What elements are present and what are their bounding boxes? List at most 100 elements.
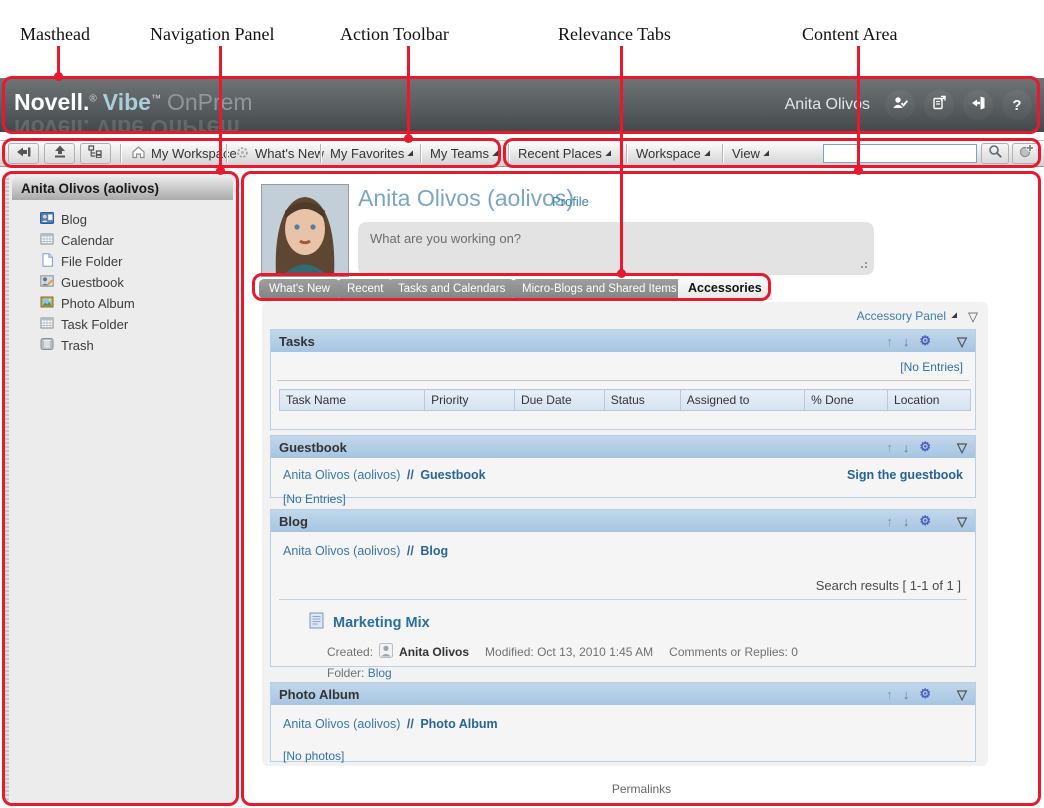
blog-section-title: Blog	[279, 514, 308, 529]
help-button[interactable]: ?	[1002, 90, 1032, 120]
search-input[interactable]	[823, 144, 977, 163]
user-status-button[interactable]	[885, 90, 915, 120]
search-plus-icon	[1018, 143, 1035, 164]
brand-vibe: Vibe	[103, 89, 151, 115]
section-guestbook: Guestbook ↑ ↓ ⚙ ▽ Anita Olivos (aolivos)…	[270, 435, 976, 498]
search-button[interactable]	[981, 143, 1009, 164]
profile-link[interactable]: Profile	[552, 194, 589, 209]
column-task-name[interactable]: Task Name	[280, 390, 425, 411]
gear-icon[interactable]: ⚙	[919, 333, 931, 349]
up-level-button[interactable]	[44, 143, 75, 164]
toolbar-item-view[interactable]: View	[732, 141, 773, 166]
sidebar-item-file-folder[interactable]: File Folder	[40, 251, 236, 272]
toolbar-item-whats-new[interactable]: What's New	[235, 141, 324, 166]
dropdown-icon	[704, 150, 715, 161]
sidebar-item-guestbook[interactable]: Guestbook	[40, 272, 236, 293]
logout-button[interactable]	[963, 90, 993, 120]
up-icon	[52, 145, 68, 163]
move-down-icon[interactable]: ↓	[903, 514, 910, 529]
toolbar-item-my-favorites[interactable]: My Favorites	[330, 141, 417, 166]
sidebar-item-task-folder[interactable]: Task Folder	[40, 314, 236, 335]
breadcrumb: Anita Olivos (aolivos) // Guestbook	[283, 468, 486, 482]
sidebar-item-trash[interactable]: Trash	[40, 335, 236, 356]
move-down-icon[interactable]: ↓	[903, 334, 910, 349]
task-folder-icon	[40, 316, 54, 333]
toolbar-separator	[320, 144, 321, 163]
back-icon	[16, 145, 32, 163]
profile-photo[interactable]	[261, 184, 349, 277]
column-assigned-to[interactable]: Assigned to	[680, 390, 804, 411]
dropdown-icon[interactable]	[951, 312, 962, 323]
workspace-tree-button[interactable]	[80, 143, 111, 164]
back-button[interactable]	[8, 143, 39, 164]
blog-entry-title-link[interactable]: Marketing Mix	[333, 615, 430, 631]
breadcrumb-user-link[interactable]: Anita Olivos (aolivos)	[283, 717, 400, 731]
collapse-triangle-icon[interactable]: ▽	[957, 335, 967, 348]
sign-guestbook-link[interactable]: Sign the guestbook	[847, 468, 963, 482]
move-up-icon[interactable]: ↑	[886, 334, 893, 349]
photo-album-no-entries: [No photos]	[271, 733, 975, 763]
move-up-icon[interactable]: ↑	[886, 687, 893, 702]
toolbar-separator	[226, 144, 227, 163]
tab-whats-new[interactable]: What's New	[259, 279, 340, 299]
tab-tasks-and-calendars[interactable]: Tasks and Calendars	[388, 279, 515, 299]
breadcrumb-blog-link[interactable]: Blog	[420, 544, 448, 558]
column-status[interactable]: Status	[604, 390, 680, 411]
microblog-placeholder: What are you working on?	[370, 231, 521, 246]
logout-icon	[970, 95, 986, 116]
microblog-input[interactable]: What are you working on?	[358, 222, 874, 275]
sidebar-item-photo-album[interactable]: Photo Album	[40, 293, 236, 314]
feed-button[interactable]	[924, 90, 954, 120]
gear-icon[interactable]: ⚙	[919, 513, 931, 529]
annotation-label-toolbar: Action Toolbar	[340, 24, 449, 45]
toolbar-separator	[120, 144, 121, 163]
section-tasks: Tasks ↑ ↓ ⚙ ▽ [No Entries] Task Name Pri…	[270, 329, 976, 430]
novell-vibe-logo: Novell.®Vibe™OnPrem	[14, 89, 253, 116]
move-down-icon[interactable]: ↓	[903, 687, 910, 702]
collapse-triangle-icon[interactable]: ▽	[968, 310, 978, 323]
column-priority[interactable]: Priority	[425, 390, 515, 411]
move-down-icon[interactable]: ↓	[903, 440, 910, 455]
column-percent-done[interactable]: % Done	[805, 390, 888, 411]
breadcrumb-user-link[interactable]: Anita Olivos (aolivos)	[283, 468, 400, 482]
search-icon	[988, 144, 1003, 164]
sidebar-workspace-title[interactable]: Anita Olivos (aolivos)	[12, 177, 233, 200]
tab-accessories[interactable]: Accessories	[678, 276, 772, 300]
photo-album-icon	[40, 295, 54, 312]
trash-icon	[40, 337, 54, 354]
tab-recent[interactable]: Recent	[337, 279, 393, 299]
resize-grip-icon[interactable]	[865, 266, 867, 268]
breadcrumb-photo-album-link[interactable]: Photo Album	[420, 717, 497, 731]
column-location[interactable]: Location	[888, 390, 971, 411]
toolbar-separator	[626, 144, 627, 163]
toolbar-separator	[722, 144, 723, 163]
toolbar-item-recent-places[interactable]: Recent Places	[518, 141, 615, 166]
home-icon	[131, 145, 146, 162]
gear-icon[interactable]: ⚙	[919, 439, 931, 455]
toolbar-item-my-workspace[interactable]: My Workspace	[131, 141, 237, 166]
folder-blog-link[interactable]: Blog	[368, 666, 392, 680]
breadcrumb-user-link[interactable]: Anita Olivos (aolivos)	[283, 544, 400, 558]
accessory-panel-link[interactable]: Accessory Panel	[857, 309, 946, 323]
breadcrumb-guestbook-link[interactable]: Guestbook	[420, 468, 485, 482]
calendar-icon	[40, 232, 54, 249]
collapse-triangle-icon[interactable]: ▽	[957, 688, 967, 701]
guestbook-section-title: Guestbook	[279, 440, 347, 455]
sidebar-item-blog[interactable]: Blog	[40, 209, 236, 230]
sidebar-item-calendar[interactable]: Calendar	[40, 230, 236, 251]
collapse-triangle-icon[interactable]: ▽	[957, 441, 967, 454]
action-toolbar: My Workspace What's New My Favorites My …	[0, 140, 1044, 167]
masthead: Novell.®Vibe™OnPrem Novell. Vibe OnPrem …	[0, 78, 1044, 132]
toolbar-item-my-teams[interactable]: My Teams	[430, 141, 502, 166]
dropdown-icon	[605, 150, 616, 161]
permalinks-link[interactable]: Permalinks	[244, 782, 1039, 796]
gear-icon[interactable]: ⚙	[919, 686, 931, 702]
move-up-icon[interactable]: ↑	[886, 440, 893, 455]
search-options-button[interactable]	[1012, 143, 1040, 164]
move-up-icon[interactable]: ↑	[886, 514, 893, 529]
collapse-triangle-icon[interactable]: ▽	[957, 515, 967, 528]
entry-author[interactable]: Anita Olivos	[399, 645, 469, 659]
tab-micro-blogs[interactable]: Micro-Blogs and Shared Items	[512, 279, 687, 299]
toolbar-item-workspace[interactable]: Workspace	[636, 141, 714, 166]
column-due-date[interactable]: Due Date	[514, 390, 604, 411]
